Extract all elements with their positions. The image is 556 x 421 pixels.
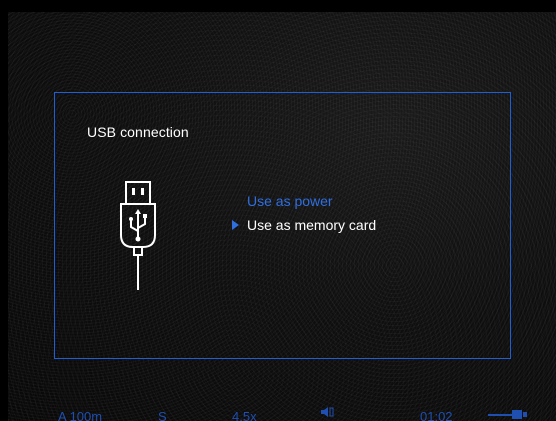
- battery-icon: [488, 410, 527, 419]
- status-bar: A 100m S 4.5x 01:02: [0, 403, 556, 421]
- clock: 01:02: [420, 409, 453, 421]
- zoom-indicator: 4.5x: [232, 409, 257, 421]
- usb-connection-dialog: USB connection Use as power Use as memor…: [54, 92, 511, 359]
- selection-arrow-icon: [232, 220, 239, 230]
- mode-indicator: S: [158, 409, 167, 421]
- speaker-icon: [321, 407, 334, 417]
- usb-plug-icon: [120, 181, 156, 290]
- menu-item-label: Use as power: [247, 193, 333, 209]
- device-screen: USB connection Use as power Use as memor…: [0, 0, 556, 421]
- menu-item-use-as-power[interactable]: Use as power: [231, 192, 376, 216]
- left-black-bar: [0, 0, 8, 421]
- menu-item-use-as-memory-card[interactable]: Use as memory card: [231, 216, 376, 240]
- dialog-title: USB connection: [87, 124, 189, 140]
- top-black-bar: [0, 0, 556, 12]
- usb-mode-menu: Use as power Use as memory card: [231, 192, 376, 240]
- menu-item-label: Use as memory card: [247, 217, 377, 233]
- range-indicator: A 100m: [58, 409, 103, 421]
